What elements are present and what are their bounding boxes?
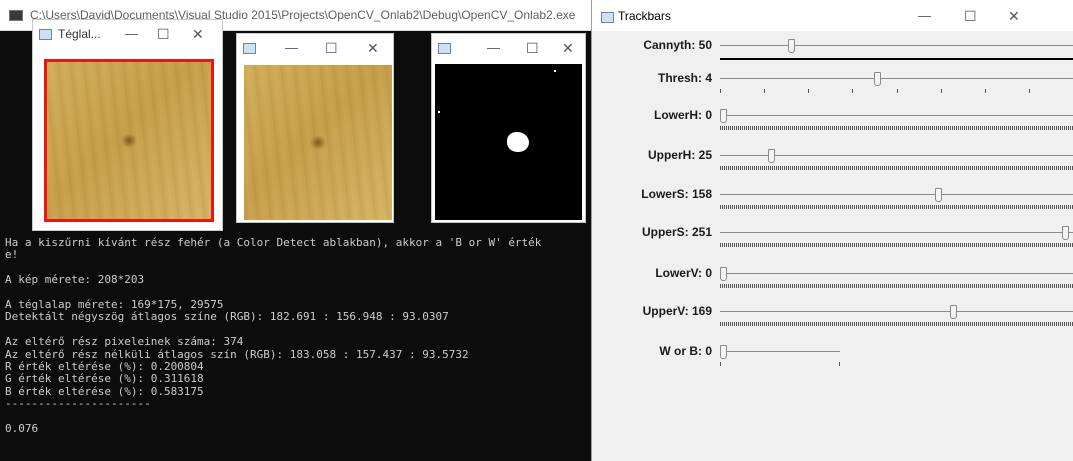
mask-speck — [554, 70, 556, 72]
trackbar-ticks — [720, 205, 1073, 209]
trackbar-label: UpperH: 25 — [647, 148, 712, 162]
trackbar-tick — [720, 89, 721, 93]
trackbar-row: Thresh: 4 — [592, 71, 1073, 111]
original-window-titlebar[interactable]: — ☐ ✕ — [237, 34, 393, 64]
mask-image — [435, 64, 582, 220]
trackbar-thumb[interactable] — [720, 345, 727, 359]
trackbars-titlebar[interactable]: Trackbars — ☐ ✕ — [592, 0, 1073, 31]
trackbar-label: LowerH: 0 — [653, 108, 712, 122]
trackbar-label: W or B: 0 — [659, 344, 712, 358]
trackbar-tick — [808, 89, 809, 93]
mask-speck — [438, 111, 440, 113]
console-line: ---------------------- — [5, 397, 151, 411]
rectangle-window-title: Téglal... — [58, 27, 101, 41]
window-app-icon — [243, 43, 256, 54]
console-app-icon — [9, 10, 23, 21]
console-line: Detektált négyszög átlagos színe (RGB): … — [5, 310, 449, 324]
trackbar-thumb[interactable] — [768, 149, 775, 163]
trackbar-slider[interactable] — [720, 188, 1073, 202]
trackbar-slider[interactable] — [720, 226, 1073, 240]
trackbar-slider[interactable] — [720, 39, 1073, 53]
trackbar-ticks — [720, 126, 1073, 130]
trackbar-slider[interactable] — [720, 305, 1073, 319]
trackbar-label: LowerV: 0 — [655, 266, 712, 280]
trackbars-window: Trackbars — ☐ ✕ Cannyth: 50 Thresh: 4 Lowe… — [591, 0, 1073, 461]
trackbar-tick-line — [720, 58, 1073, 60]
trackbar-row: LowerS: 158 — [592, 187, 1073, 227]
console-line: Ha a kiszűrni kívánt rész fehér (a Color… — [5, 236, 542, 249]
maximize-icon[interactable]: ☐ — [325, 40, 338, 57]
trackbar-label: UpperS: 251 — [641, 225, 712, 239]
trackbar-ticks — [720, 322, 1073, 326]
close-icon[interactable]: ✕ — [1008, 8, 1020, 25]
trackbar-row: UpperS: 251 — [592, 225, 1073, 265]
trackbar-tick — [1029, 89, 1030, 93]
trackbar-thumb[interactable] — [874, 72, 881, 86]
trackbar-tick — [839, 362, 840, 366]
trackbar-row: W or B: 0 — [592, 344, 1073, 384]
detected-rectangle-image — [44, 59, 214, 222]
maximize-icon[interactable]: ☐ — [964, 8, 977, 25]
mask-window-titlebar[interactable]: — ☐ ✕ — [432, 34, 585, 64]
trackbar-label: UpperV: 169 — [642, 304, 712, 318]
rectangle-window-titlebar[interactable]: Téglal... — ☐ ✕ — [33, 20, 222, 50]
maximize-icon[interactable]: ☐ — [526, 40, 539, 57]
trackbar-tick — [941, 89, 942, 93]
window-app-icon — [438, 43, 451, 54]
console-line: 0.076 — [5, 422, 39, 436]
original-image-window: — ☐ ✕ — [236, 33, 394, 223]
console-line: Az eltérő rész pixeleinek száma: 374 — [5, 335, 244, 349]
trackbar-row: UpperH: 25 — [592, 148, 1073, 188]
trackbar-thumb[interactable] — [950, 305, 957, 319]
close-icon[interactable]: ✕ — [192, 26, 204, 43]
console-line: A kép mérete: 208*203 — [5, 273, 145, 287]
trackbar-slider[interactable] — [720, 109, 1073, 123]
trackbar-thumb[interactable] — [720, 267, 727, 281]
minimize-icon[interactable]: — — [285, 40, 298, 55]
maximize-icon[interactable]: ☐ — [157, 26, 170, 43]
trackbar-label: Cannyth: 50 — [643, 38, 712, 52]
trackbar-row: UpperV: 169 — [592, 304, 1073, 344]
trackbar-tick — [985, 89, 986, 93]
mask-blob — [507, 132, 529, 152]
minimize-icon[interactable]: — — [918, 8, 931, 23]
trackbar-ticks — [720, 284, 1073, 288]
trackbar-tick — [852, 89, 853, 93]
trackbar-thumb[interactable] — [1062, 226, 1069, 240]
trackbar-tick — [764, 89, 765, 93]
rectangle-window: Téglal... — ☐ ✕ — [32, 19, 223, 231]
trackbar-thumb[interactable] — [788, 39, 795, 53]
console-output: Ha a kiszűrni kívánt rész fehér (a Color… — [5, 236, 591, 436]
trackbar-tick — [720, 362, 721, 366]
trackbar-label: Thresh: 4 — [657, 71, 712, 85]
console-line: e! — [5, 248, 19, 262]
trackbar-thumb[interactable] — [935, 188, 942, 202]
trackbar-row: LowerH: 0 — [592, 108, 1073, 148]
trackbar-slider[interactable] — [720, 72, 1073, 86]
trackbar-slider[interactable] — [720, 149, 1073, 163]
minimize-icon[interactable]: — — [487, 40, 500, 55]
original-wood-image — [244, 65, 392, 220]
trackbar-row: LowerV: 0 — [592, 266, 1073, 306]
trackbar-ticks — [720, 243, 1073, 247]
color-detect-window: — ☐ ✕ — [431, 33, 586, 223]
trackbar-slider[interactable] — [720, 267, 1073, 281]
trackbars-title: Trackbars — [618, 9, 671, 23]
close-icon[interactable]: ✕ — [562, 40, 574, 57]
close-icon[interactable]: ✕ — [367, 40, 379, 57]
trackbar-slider[interactable] — [720, 345, 840, 359]
trackbar-ticks — [720, 166, 1073, 170]
window-app-icon — [39, 29, 52, 40]
trackbar-thumb[interactable] — [720, 109, 727, 123]
console-line: G érték eltérése (%): 0.311618 — [5, 372, 204, 386]
trackbar-tick — [897, 89, 898, 93]
minimize-icon[interactable]: — — [125, 26, 138, 41]
window-app-icon — [601, 12, 614, 23]
trackbar-label: LowerS: 158 — [641, 187, 712, 201]
